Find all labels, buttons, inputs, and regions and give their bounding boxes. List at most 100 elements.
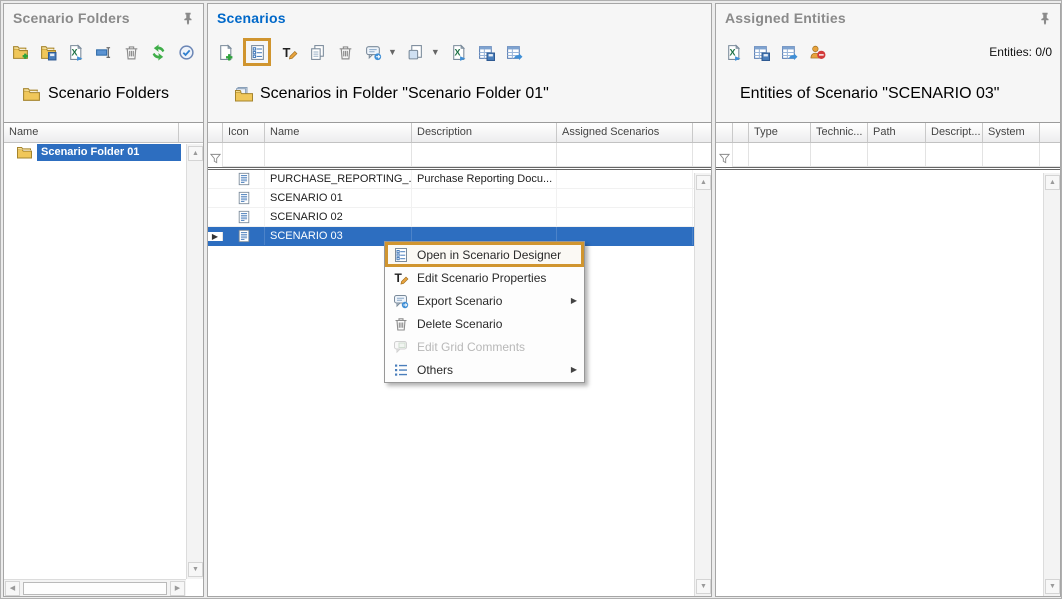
export-excel-icon[interactable]: X [67, 43, 85, 61]
scenario-icon [223, 227, 265, 245]
scenario-name[interactable]: SCENARIO 02 [265, 208, 412, 226]
grid-comments-icon [393, 339, 409, 355]
folder-icon [22, 86, 41, 103]
scenarios-toolbar: T ▼ ▼ X [216, 38, 703, 66]
export-excel-icon[interactable]: X [450, 43, 468, 61]
menu-item-export-scenario[interactable]: Export Scenario ▶ [386, 289, 583, 312]
scenario-row[interactable]: PURCHASE_REPORTING_... Purchase Reportin… [208, 170, 711, 189]
scenario-name[interactable]: PURCHASE_REPORTING_... [265, 170, 412, 188]
menu-item-others[interactable]: Others ▶ [386, 358, 583, 381]
add-folder-icon[interactable] [12, 43, 30, 61]
filter-cell-filler [693, 143, 711, 167]
filter-cell-icon[interactable] [223, 143, 265, 167]
column-header-name[interactable]: Name [4, 123, 179, 142]
menu-item-label: Delete Scenario [417, 317, 502, 331]
column-header-technical[interactable]: Technic... [811, 123, 868, 142]
open-scenario-designer-icon[interactable] [248, 43, 266, 61]
menu-item-label: Export Scenario [417, 294, 502, 308]
filter-cell-assigned[interactable] [557, 143, 693, 167]
save-folder-icon[interactable] [40, 43, 58, 61]
scenario-folders-grid: Name Scenario Folder 01 ▲ ▼ ◀ ▶ [4, 122, 203, 596]
copy-to-dropdown-icon[interactable]: ▼ [431, 47, 440, 57]
pin-icon[interactable] [181, 11, 195, 25]
column-header-type[interactable]: Type [749, 123, 811, 142]
filter-cell-name[interactable] [265, 143, 412, 167]
scenario-description[interactable] [412, 189, 557, 207]
scenario-folders-panel-title: Scenario Folders [13, 10, 130, 26]
scenario-assigned[interactable] [557, 189, 693, 207]
folders-vertical-scrollbar[interactable]: ▲ ▼ [186, 144, 203, 579]
delete-folder-icon[interactable] [122, 43, 140, 61]
svg-text:X: X [729, 47, 735, 57]
scenario-description[interactable]: Purchase Reporting Docu... [412, 170, 557, 188]
save-grid-layout-icon[interactable] [478, 43, 496, 61]
column-header-description[interactable]: Description [412, 123, 557, 142]
save-grid-layout-icon[interactable] [752, 43, 770, 61]
scenario-row[interactable]: SCENARIO 02 [208, 208, 711, 227]
entities-vertical-scrollbar[interactable]: ▲ ▼ [1043, 173, 1060, 596]
column-header-icon[interactable]: Icon [223, 123, 265, 142]
scenario-description[interactable] [412, 208, 557, 226]
scroll-down-icon[interactable]: ▼ [188, 562, 203, 577]
column-header-description[interactable]: Descript... [926, 123, 983, 142]
scenario-assigned[interactable] [557, 208, 693, 226]
copy-to-folder-icon[interactable] [407, 43, 425, 61]
filter-cell-description[interactable] [926, 143, 983, 167]
scroll-left-icon[interactable]: ◀ [5, 581, 20, 596]
scrollbar-thumb[interactable] [23, 582, 167, 595]
filter-indicator-cell [208, 143, 223, 167]
column-header-assigned-scenarios[interactable]: Assigned Scenarios [557, 123, 693, 142]
scroll-down-icon[interactable]: ▼ [1045, 579, 1060, 594]
comment-icon[interactable] [364, 43, 382, 61]
filter-cell-blank[interactable] [733, 143, 749, 167]
menu-item-open-in-scenario-designer[interactable]: Open in Scenario Designer [386, 243, 583, 266]
scenario-folders-header-label: Scenario Folders [48, 85, 169, 103]
scenario-name[interactable]: SCENARIO 01 [265, 189, 412, 207]
filter-cell-type[interactable] [749, 143, 811, 167]
current-row-arrow-icon: ▶ [212, 232, 218, 241]
rename-folder-icon[interactable] [95, 43, 113, 61]
scenarios-header-label: Scenarios in Folder "Scenario Folder 01" [260, 85, 549, 103]
scroll-up-icon[interactable]: ▲ [1045, 175, 1060, 190]
filter-cell-system[interactable] [983, 143, 1040, 167]
scroll-up-icon[interactable]: ▲ [696, 175, 711, 190]
export-excel-icon[interactable]: X [724, 43, 742, 61]
load-grid-layout-icon[interactable] [780, 43, 798, 61]
filter-cell-description[interactable] [412, 143, 557, 167]
comment-dropdown-icon[interactable]: ▼ [388, 47, 397, 57]
validate-icon[interactable] [177, 43, 195, 61]
filter-cell-path[interactable] [868, 143, 926, 167]
scroll-right-icon[interactable]: ▶ [170, 581, 185, 596]
column-header-name[interactable]: Name [265, 123, 412, 142]
filter-cell-technical[interactable] [811, 143, 868, 167]
remove-entity-icon[interactable] [808, 43, 826, 61]
refresh-icon[interactable] [150, 43, 168, 61]
load-grid-layout-icon[interactable] [506, 43, 524, 61]
column-header-path[interactable]: Path [868, 123, 926, 142]
menu-item-label: Others [417, 363, 453, 377]
new-scenario-icon[interactable] [216, 43, 234, 61]
scroll-up-icon[interactable]: ▲ [188, 146, 203, 161]
delete-scenario-icon[interactable] [336, 43, 354, 61]
svg-text:T: T [282, 44, 290, 59]
svg-text:X: X [455, 47, 461, 57]
scenario-assigned[interactable] [557, 170, 693, 188]
pin-icon[interactable] [1038, 11, 1052, 25]
scroll-down-icon[interactable]: ▼ [696, 579, 711, 594]
scenarios-title-row: Scenarios [217, 10, 705, 30]
scenarios-vertical-scrollbar[interactable]: ▲ ▼ [694, 173, 711, 596]
column-header-system[interactable]: System [983, 123, 1040, 142]
folder-tree-row[interactable]: Scenario Folder 01 [4, 143, 203, 162]
menu-item-edit-scenario-properties[interactable]: T Edit Scenario Properties [386, 266, 583, 289]
scenario-row[interactable]: SCENARIO 01 [208, 189, 711, 208]
folder-row-label[interactable]: Scenario Folder 01 [37, 144, 181, 161]
scenario-icon [223, 170, 265, 188]
edit-scenario-properties-icon[interactable]: T [280, 43, 298, 61]
copy-scenario-icon[interactable] [308, 43, 326, 61]
export-scenario-icon [393, 293, 409, 309]
menu-item-delete-scenario[interactable]: Delete Scenario [386, 312, 583, 335]
scenarios-folder-icon [234, 86, 253, 103]
scenarios-panel-title: Scenarios [217, 10, 286, 26]
folders-horizontal-scrollbar[interactable]: ◀ ▶ [4, 579, 186, 596]
menu-item-edit-grid-comments[interactable]: Edit Grid Comments [386, 335, 583, 358]
